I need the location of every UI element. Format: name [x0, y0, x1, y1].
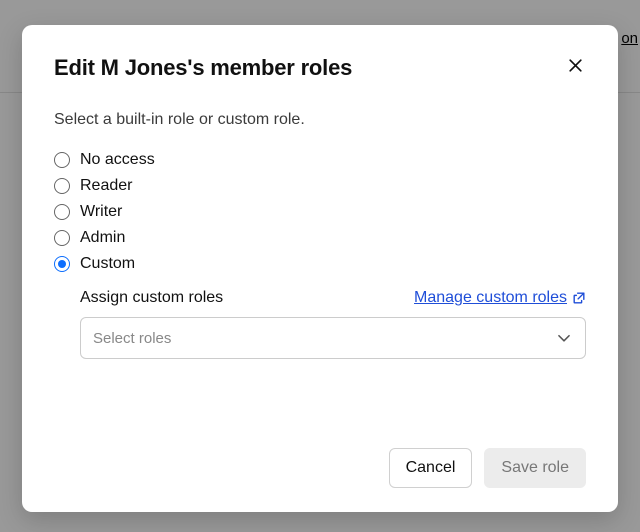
- modal-title: Edit M Jones's member roles: [54, 55, 352, 81]
- select-roles-dropdown[interactable]: Select roles: [80, 317, 586, 359]
- role-option-admin[interactable]: Admin: [54, 229, 586, 247]
- role-option-label: Admin: [80, 229, 125, 247]
- background-link-fragment: on: [621, 30, 640, 47]
- role-option-label: Custom: [80, 255, 135, 273]
- role-option-label: Writer: [80, 203, 122, 221]
- close-icon: [567, 57, 584, 77]
- radio-icon: [54, 152, 70, 168]
- manage-link-text: Manage custom roles: [414, 289, 567, 307]
- radio-dot-icon: [58, 260, 66, 268]
- radio-icon: [54, 178, 70, 194]
- edit-roles-modal: Edit M Jones's member roles Select a bui…: [22, 25, 618, 512]
- role-option-label: No access: [80, 151, 155, 169]
- modal-header: Edit M Jones's member roles: [54, 55, 586, 81]
- custom-roles-row: Assign custom roles Manage custom roles: [80, 289, 586, 307]
- role-option-no-access[interactable]: No access: [54, 151, 586, 169]
- role-option-writer[interactable]: Writer: [54, 203, 586, 221]
- role-radio-group: No access Reader Writer Admin Custom: [54, 151, 586, 273]
- cancel-button[interactable]: Cancel: [389, 448, 473, 488]
- radio-icon: [54, 230, 70, 246]
- select-placeholder: Select roles: [93, 330, 171, 347]
- role-option-custom[interactable]: Custom: [54, 255, 586, 273]
- custom-roles-section: Assign custom roles Manage custom roles …: [80, 289, 586, 359]
- external-link-icon: [572, 291, 586, 305]
- assign-custom-roles-label: Assign custom roles: [80, 289, 223, 307]
- modal-footer: Cancel Save role: [54, 428, 586, 488]
- manage-custom-roles-link[interactable]: Manage custom roles: [414, 289, 586, 307]
- radio-icon: [54, 256, 70, 272]
- role-option-label: Reader: [80, 177, 132, 195]
- role-option-reader[interactable]: Reader: [54, 177, 586, 195]
- radio-icon: [54, 204, 70, 220]
- save-role-button[interactable]: Save role: [484, 448, 586, 488]
- chevron-down-icon: [555, 329, 573, 347]
- close-button[interactable]: [565, 55, 586, 79]
- modal-subtitle: Select a built-in role or custom role.: [54, 111, 586, 129]
